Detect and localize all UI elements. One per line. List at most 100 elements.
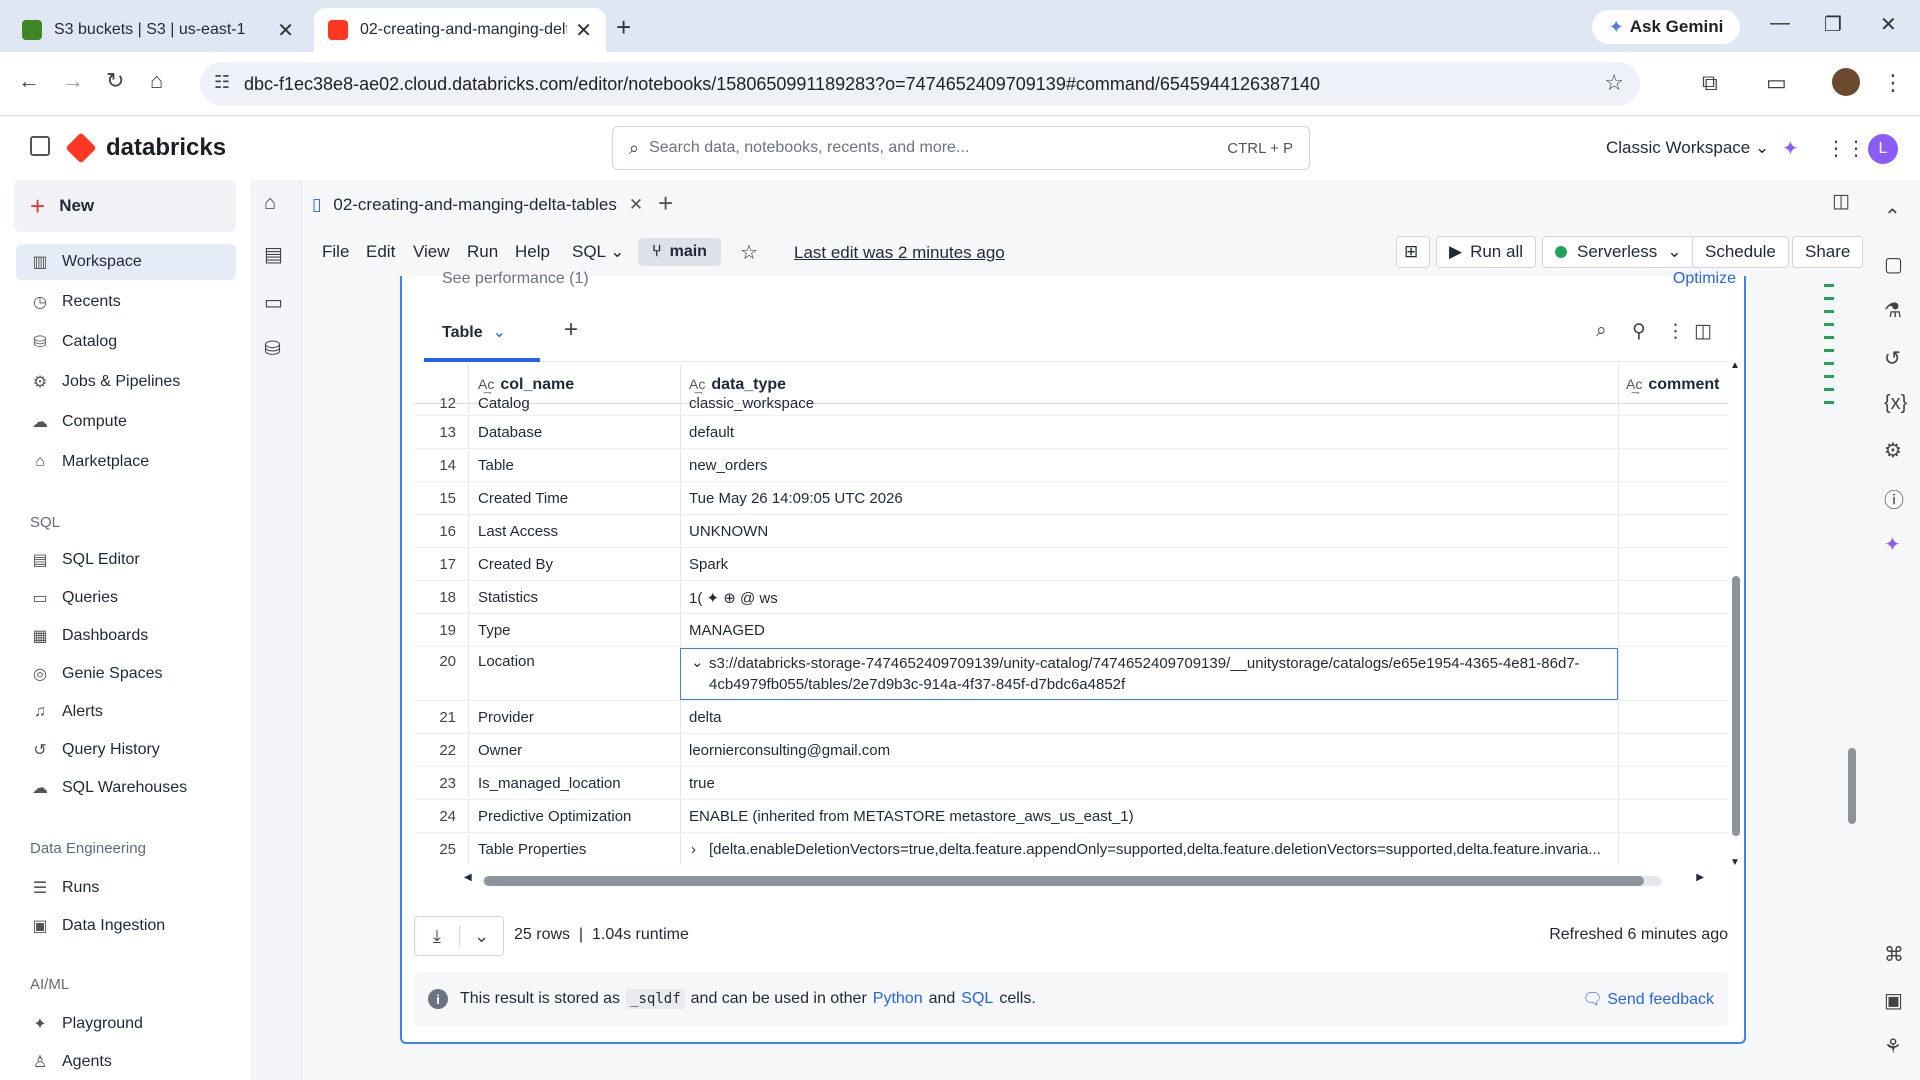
close-tab-icon[interactable]: ✕ <box>277 18 294 43</box>
apps-grid-icon[interactable]: ⋮⋮ <box>1826 136 1866 161</box>
cell-col-name[interactable]: Database <box>478 424 542 441</box>
cell-col-name[interactable]: Location <box>478 653 535 670</box>
add-tab-icon[interactable]: + <box>658 188 673 219</box>
cell-data-type[interactable]: ENABLE (inherited from METASTORE metasto… <box>689 808 1134 825</box>
assistant-icon[interactable]: ✦ <box>1884 532 1901 557</box>
sidebar-item-catalog[interactable]: ⛁ Catalog <box>16 324 236 360</box>
table-row[interactable]: 18 Statistics 1( ✦ ⊕ @ ws <box>414 581 1728 614</box>
browser-tab-notebook[interactable]: 02-creating-and-manging-delt ✕ <box>314 8 606 52</box>
sidebar-item-marketplace[interactable]: ⌂ Marketplace <box>16 444 236 480</box>
sidebar-item-genie[interactable]: ◎ Genie Spaces <box>16 656 236 692</box>
menu-help[interactable]: Help <box>515 242 550 262</box>
close-tab-icon[interactable]: ✕ <box>575 18 592 43</box>
scroll-thumb[interactable] <box>1732 576 1740 836</box>
cell-data-type[interactable]: leornierconsulting@gmail.com <box>689 742 890 759</box>
sidebar-item-runs[interactable]: ☰ Runs <box>16 870 236 906</box>
cell-col-name[interactable]: Table <box>478 457 514 474</box>
cell-col-name[interactable]: Catalog <box>478 395 530 412</box>
home-icon[interactable]: ⌂ <box>150 68 163 94</box>
run-all-button[interactable]: ▶ Run all <box>1436 236 1536 268</box>
cell-data-type[interactable]: MANAGED <box>689 622 765 639</box>
forward-icon[interactable]: → <box>62 68 84 94</box>
sidebar-item-playground[interactable]: ✦ Playground <box>16 1006 236 1042</box>
cell-data-type[interactable]: Spark <box>689 556 728 573</box>
split-view-icon[interactable]: ◫ <box>1832 190 1850 213</box>
databricks-logo[interactable]: databricks <box>65 132 226 164</box>
table-row[interactable]: 22 Owner leornierconsulting@gmail.com <box>414 734 1728 767</box>
command-icon[interactable]: ⌘ <box>1884 942 1904 967</box>
share-button[interactable]: Share <box>1792 236 1864 268</box>
optimize-link[interactable]: Optimize <box>1673 270 1736 288</box>
cell-col-name[interactable]: Predictive Optimization <box>478 808 631 825</box>
restore-icon[interactable]: ❐ <box>1824 12 1842 37</box>
add-visualization-icon[interactable]: + <box>564 316 578 344</box>
favorite-star-icon[interactable]: ☆ <box>740 240 758 265</box>
folder-icon[interactable]: ▭ <box>264 290 283 315</box>
scroll-thumb[interactable] <box>484 876 1644 886</box>
cell-data-type[interactable]: true <box>689 775 715 792</box>
table-of-contents-icon[interactable]: ▤ <box>264 242 283 267</box>
assistant-icon[interactable]: ✦ <box>1782 136 1799 161</box>
table-row[interactable]: 16 Last Access UNKNOWN <box>414 515 1728 548</box>
sidebar-item-warehouses[interactable]: ☁ SQL Warehouses <box>16 770 236 806</box>
cell-data-type[interactable]: default <box>689 424 734 441</box>
terminal-icon[interactable]: ▣ <box>1884 988 1903 1013</box>
cell-data-type[interactable]: Tue May 26 14:09:05 UTC 2026 <box>689 490 903 507</box>
search-icon[interactable]: ⌕ <box>1596 320 1607 342</box>
schedule-button[interactable]: Schedule <box>1692 236 1789 268</box>
browser-menu-icon[interactable]: ⋮ <box>1882 70 1904 96</box>
variables-icon[interactable]: {x} <box>1884 392 1907 415</box>
last-edit-link[interactable]: Last edit was 2 minutes ago <box>794 243 1005 263</box>
cell-data-type[interactable]: [delta.enableDeletionVectors=true,delta.… <box>709 841 1601 858</box>
close-notebook-tab-icon[interactable]: ✕ <box>629 195 643 215</box>
cell-data-type[interactable]: UNKNOWN <box>689 523 768 540</box>
home-icon[interactable]: ⌂ <box>264 192 276 215</box>
side-panel-icon[interactable]: ◫ <box>1694 320 1712 343</box>
sidebar-item-query-history[interactable]: ↺ Query History <box>16 732 236 768</box>
page-scrollbar[interactable] <box>1848 748 1856 824</box>
sidebar-item-dashboards[interactable]: ▦ Dashboards <box>16 618 236 654</box>
menu-run[interactable]: Run <box>467 242 498 262</box>
sql-link[interactable]: SQL <box>961 990 993 1008</box>
menu-file[interactable]: File <box>322 242 349 262</box>
history-icon[interactable]: ↺ <box>1884 346 1901 371</box>
cell-col-name[interactable]: Owner <box>478 742 522 759</box>
new-tab-icon[interactable]: + <box>616 12 631 43</box>
sidebar-toggle-icon[interactable] <box>30 136 50 156</box>
ask-gemini-button[interactable]: ✦ Ask Gemini <box>1592 10 1740 44</box>
notebook-tab[interactable]: ▯ 02-creating-and-manging-delta-tables ✕ <box>312 188 643 222</box>
sidebar-item-workspace[interactable]: ▥ Workspace <box>16 244 236 280</box>
environment-icon[interactable]: ⚘ <box>1884 1034 1902 1059</box>
workspace-switcher[interactable]: Classic Workspace ⌄ <box>1606 138 1769 158</box>
scroll-left-icon[interactable]: ◀ <box>464 872 472 883</box>
browser-profile-avatar[interactable] <box>1832 68 1860 96</box>
filter-icon[interactable]: ⚲ <box>1632 320 1646 343</box>
chevron-down-icon[interactable]: ⌄ <box>458 925 503 947</box>
info-icon[interactable]: ⓘ <box>1884 484 1904 513</box>
settings-sliders-icon[interactable]: ⚙ <box>1884 438 1902 463</box>
sidebar-item-queries[interactable]: ▭ Queries <box>16 580 236 616</box>
cell-col-name[interactable]: Provider <box>478 709 534 726</box>
table-row[interactable]: 24 Predictive Optimization ENABLE (inherit… <box>414 800 1728 833</box>
scroll-right-icon[interactable]: ▶ <box>1696 872 1704 883</box>
table-row[interactable]: 13 Database default <box>414 416 1728 449</box>
minimize-icon[interactable]: — <box>1770 12 1790 35</box>
sidebar-item-recents[interactable]: ◷ Recents <box>16 284 236 320</box>
scroll-up-icon[interactable]: ▲ <box>1730 360 1740 371</box>
cell-col-name[interactable]: Type <box>478 622 511 639</box>
extensions-icon[interactable]: ⧉ <box>1702 70 1718 96</box>
sidebar-item-agents[interactable]: ♙ Agents <box>16 1044 236 1080</box>
catalog-icon[interactable]: ⛁ <box>264 336 281 361</box>
cell-col-name[interactable]: Last Access <box>478 523 558 540</box>
cell-data-type[interactable]: new_orders <box>689 457 767 474</box>
see-performance-link[interactable]: See performance (1) <box>442 270 589 288</box>
sidebar-item-data-ingestion[interactable]: ▣ Data Ingestion <box>16 908 236 944</box>
table-row[interactable]: 21 Provider delta <box>414 701 1728 734</box>
cell-col-name[interactable]: Table Properties <box>478 841 586 858</box>
python-link[interactable]: Python <box>873 990 923 1008</box>
cell-data-type[interactable]: classic_workspace <box>689 395 814 412</box>
layout-toggle-icon[interactable]: ⊞ <box>1396 236 1430 268</box>
column-settings-icon[interactable]: ⋮ <box>1666 320 1685 343</box>
table-row[interactable]: › 25 Table Properties [delta.enableDeletion… <box>414 833 1728 864</box>
compute-selector[interactable]: Serverless ⌄ <box>1542 236 1695 268</box>
